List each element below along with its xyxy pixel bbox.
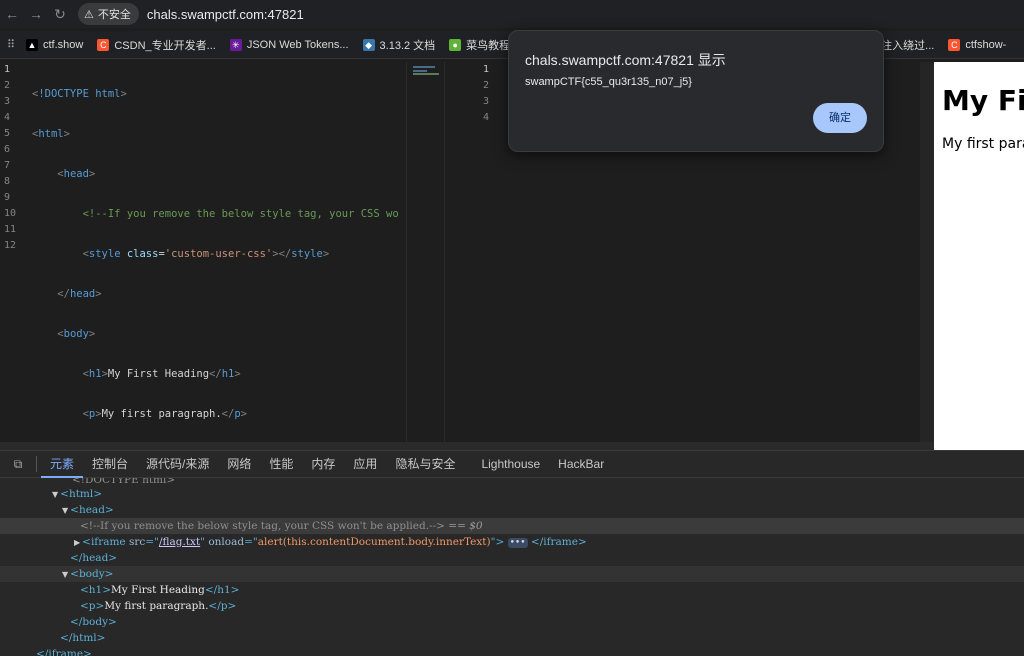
- devtools-tab[interactable]: 隐私与安全: [386, 451, 464, 478]
- forward-icon[interactable]: →: [24, 6, 48, 22]
- line-number: 10: [4, 208, 17, 219]
- dom-node-iframe[interactable]: ▶ <iframe src="/flag.txt" onload="alert(t…: [0, 534, 1024, 550]
- dom-node[interactable]: ▼ <html>: [0, 486, 1024, 502]
- bookmark-label: 菜鸟教程: [466, 39, 511, 52]
- dom-node[interactable]: <h1>My First Heading</h1>: [0, 582, 1024, 598]
- css-line-gutter: 1 2 3 4: [445, 62, 505, 126]
- devtools-tab[interactable]: 应用: [344, 451, 386, 478]
- bookmark-item[interactable]: C CSDN_专业开发者...: [97, 37, 216, 53]
- line-number: 7: [4, 160, 11, 171]
- style-class-value: 'custom-user-css': [164, 248, 273, 260]
- preview-paragraph: My first parag: [942, 136, 1024, 152]
- security-label: 不安全: [97, 9, 131, 21]
- line-number: 9: [4, 192, 11, 203]
- bookmark-label: ctf.show: [43, 38, 84, 51]
- dialog-message: swampCTF{c55_qu3r135_n07_j5}: [525, 76, 692, 88]
- browser-toolbar: ← → ↻ ⚠ 不安全 chals.swampctf.com:47821: [0, 0, 1024, 28]
- preview-heading: My Fir: [942, 84, 1024, 117]
- dom-node[interactable]: </html>: [0, 630, 1024, 646]
- ok-button[interactable]: 确定: [813, 103, 867, 133]
- elements-panel: <!DOCTYPE html> ▼ <html> ▼ <head> <!--If y…: [0, 478, 1024, 656]
- dom-node[interactable]: ▼ <body>: [0, 566, 1024, 582]
- devtools-tab[interactable]: 源代码/来源: [137, 451, 218, 478]
- line-number: 1: [483, 64, 490, 75]
- line-number: 3: [4, 96, 11, 107]
- bookmark-label: 3.13.2 文档: [379, 39, 436, 52]
- devtools-tab[interactable]: Lighthouse: [472, 451, 549, 478]
- dialog-title: chals.swampctf.com:47821 显示: [525, 52, 726, 68]
- bookmark-item[interactable]: ✳ JSON Web Tokens...: [229, 38, 349, 51]
- code-h1-text: My First Heading: [107, 368, 210, 380]
- bookmark-item[interactable]: ● 菜鸟教程: [449, 37, 510, 53]
- back-icon[interactable]: ←: [0, 6, 24, 22]
- bookmark-favicon-icon: C: [948, 38, 961, 51]
- dom-node[interactable]: </body>: [0, 614, 1024, 630]
- bookmark-favicon-icon: ◆: [362, 38, 375, 51]
- line-number: 6: [4, 144, 11, 155]
- code-comment: <!--If you remove the below style tag, y…: [82, 208, 399, 220]
- line-number: 8: [4, 176, 11, 187]
- bookmark-favicon-icon: C: [97, 38, 110, 51]
- dom-node-comment[interactable]: <!--If you remove the below style tag, y…: [0, 518, 1024, 534]
- bookmark-label: JSON Web Tokens...: [246, 38, 349, 51]
- editor-scrollbar[interactable]: [920, 62, 934, 442]
- bookmark-item[interactable]: ◆ 3.13.2 文档: [362, 37, 436, 53]
- bookmark-favicon-icon: ●: [449, 38, 462, 51]
- line-number-gutter: 1 2 3 4 5 6 7 8 9 10 11 12: [0, 62, 24, 254]
- bookmark-item[interactable]: Cctfshow-: [948, 38, 1007, 51]
- line-number: 2: [4, 80, 11, 91]
- address-bar[interactable]: ⚠ 不安全 chals.swampctf.com:47821: [78, 2, 304, 26]
- reload-icon[interactable]: ↻: [48, 6, 72, 23]
- devtools-tabbar: ⧉ 元素 控制台 源代码/来源 网络 性能 内存 应用 隐私与安全 Lighthouse Hack…: [0, 450, 1024, 478]
- bookmark-label: CSDN_专业开发者...: [114, 39, 216, 52]
- line-number: 12: [4, 240, 17, 251]
- devtools-tab[interactable]: 内存: [302, 451, 344, 478]
- line-number: 11: [4, 224, 17, 235]
- dom-node[interactable]: </head>: [0, 550, 1024, 566]
- security-chip[interactable]: ⚠ 不安全: [78, 3, 139, 25]
- dom-node[interactable]: <p>My first paragraph.</p>: [0, 598, 1024, 614]
- dom-node[interactable]: </iframe>: [0, 646, 1024, 656]
- dom-node[interactable]: ▼ <head>: [0, 502, 1024, 518]
- apps-grid-icon[interactable]: ⠿: [0, 38, 22, 51]
- bookmark-label: ctfshow-: [965, 38, 1007, 51]
- line-number: 2: [483, 80, 490, 91]
- minimap[interactable]: [406, 62, 444, 442]
- device-toolbar-icon[interactable]: ⧉: [0, 457, 36, 472]
- bookmark-item[interactable]: ▲ ctf.show: [26, 38, 84, 51]
- line-number: 5: [4, 128, 11, 139]
- ellipsis-button[interactable]: •••: [507, 538, 528, 548]
- devtools-tab[interactable]: 网络: [218, 451, 260, 478]
- line-number: 4: [483, 112, 490, 123]
- devtools-tab[interactable]: 元素: [41, 451, 84, 478]
- line-number: 1: [4, 64, 11, 75]
- code-editor[interactable]: 1 2 3 4 5 6 7 8 9 10 11 12 <!DOCTYPE html> <html> <…: [0, 62, 406, 500]
- bookmark-favicon-icon: ✳: [229, 38, 242, 51]
- preview-pane: My Fir My first parag: [934, 62, 1024, 450]
- url-text[interactable]: chals.swampctf.com:47821: [147, 7, 304, 22]
- alert-dialog: chals.swampctf.com:47821 显示 swampCTF{c55…: [508, 30, 884, 152]
- line-number: 4: [4, 112, 11, 123]
- devtools-tab[interactable]: HackBar: [549, 451, 613, 478]
- warning-icon: ⚠: [84, 8, 94, 21]
- devtools-tab[interactable]: 控制台: [83, 451, 137, 478]
- code-p-text: My first paragraph.: [101, 408, 222, 420]
- bookmark-favicon-icon: ▲: [26, 38, 38, 51]
- line-number: 3: [483, 96, 490, 107]
- devtools-tab[interactable]: 性能: [260, 451, 302, 478]
- horizontal-scrollbar[interactable]: [0, 442, 934, 450]
